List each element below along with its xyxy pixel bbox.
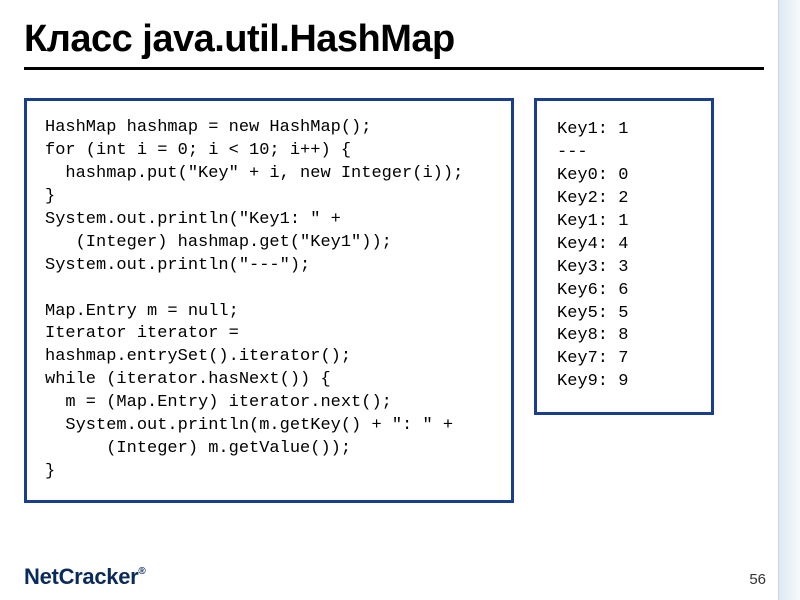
code-row: HashMap hashmap = new HashMap(); for (in…: [24, 98, 760, 503]
logo-net: Net: [24, 564, 59, 589]
logo-cracker: Cracker: [59, 564, 139, 589]
title-underline: [24, 67, 764, 70]
logo-registered: ®: [138, 566, 145, 577]
code-block-source: HashMap hashmap = new HashMap(); for (in…: [24, 98, 514, 503]
logo: NetCracker®: [24, 564, 146, 590]
page-number: 56: [749, 571, 766, 588]
page-title: Класс java.util.HashMap: [24, 18, 760, 61]
code-block-output: Key1: 1 --- Key0: 0 Key2: 2 Key1: 1 Key4…: [534, 98, 714, 415]
footer: NetCracker® 56: [24, 564, 766, 590]
slide-content: Класс java.util.HashMap HashMap hashmap …: [0, 0, 800, 600]
